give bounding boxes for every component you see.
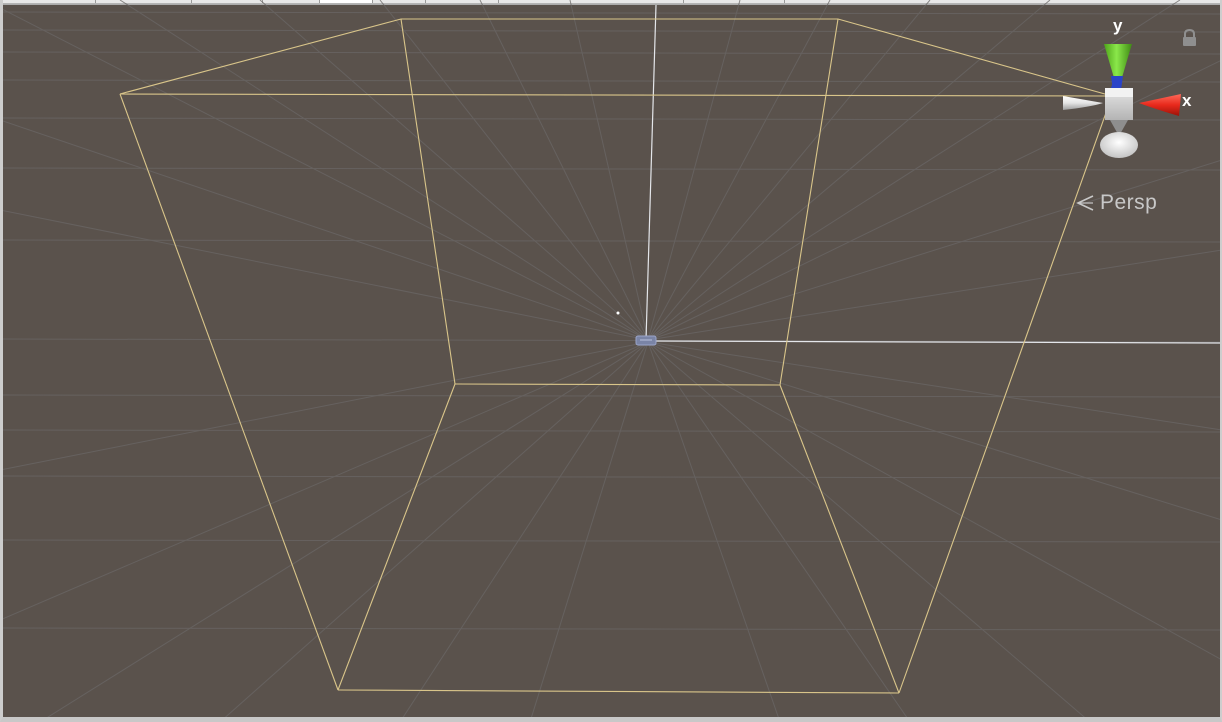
x-axis-label: x — [1182, 91, 1192, 110]
grid-line — [0, 429, 1222, 433]
z-axis-cone-back[interactable] — [1111, 76, 1123, 90]
grid-line — [0, 11, 1222, 15]
y-axis-line — [645, 4, 657, 341]
gizmo-cube-top — [1105, 88, 1133, 97]
chevron-left-icon — [1076, 195, 1094, 211]
wireframe-edge — [119, 93, 339, 691]
grid-line — [0, 394, 1222, 398]
grid-ray — [647, 159, 1222, 341]
grid-ray — [647, 249, 1222, 341]
wireframe-edge — [898, 95, 1113, 694]
wireframe-edge — [779, 18, 839, 386]
grid-line — [0, 627, 1222, 631]
selected-object[interactable] — [635, 335, 657, 346]
grid-ray — [119, 0, 649, 341]
grid-line — [0, 475, 1222, 479]
wireframe-edge — [400, 18, 456, 385]
grid-ray — [0, 7, 649, 341]
grid-ray — [0, 341, 649, 471]
grid-ray — [259, 0, 649, 341]
grid-ray — [647, 341, 1222, 431]
grid-ray — [399, 341, 649, 722]
grid-ray — [479, 0, 649, 341]
grid-line — [0, 29, 1222, 33]
lock-icon[interactable] — [1181, 28, 1198, 48]
grid-ray — [0, 341, 649, 621]
grid-line — [0, 79, 1222, 83]
grid-ray — [39, 341, 649, 722]
wireframe-edge — [337, 689, 900, 694]
grid-ray — [647, 341, 911, 722]
mouse-cursor-dot — [616, 311, 620, 315]
grid-ray — [647, 0, 741, 341]
x-axis-cone[interactable] — [1139, 94, 1181, 116]
grid-ray — [647, 0, 831, 341]
ground-grid — [0, 0, 1222, 722]
grid-ray — [647, 341, 1222, 661]
grid-line — [0, 239, 1222, 243]
y-axis-label: y — [1113, 16, 1123, 35]
grid-line — [0, 167, 1222, 171]
projection-toggle[interactable]: Persp — [1074, 191, 1157, 215]
scene-canvas[interactable] — [0, 0, 1222, 722]
neg-x-axis-cone[interactable] — [1063, 96, 1103, 110]
grid-ray — [647, 0, 931, 341]
grid-line — [0, 51, 1222, 55]
grid-line — [0, 117, 1222, 121]
wireframe-edge — [337, 383, 456, 691]
scene-view[interactable]: y x Persp — [0, 0, 1222, 722]
wireframe-edge — [454, 383, 781, 386]
projection-label: Persp — [1100, 191, 1158, 214]
grid-ray — [219, 341, 649, 722]
grid-ray — [569, 0, 649, 341]
grid-line — [0, 338, 1222, 343]
neg-y-axis-cone[interactable] — [1100, 132, 1138, 158]
grid-ray — [529, 341, 649, 722]
grid-ray — [379, 0, 649, 341]
orientation-gizmo[interactable] — [1055, 36, 1185, 166]
